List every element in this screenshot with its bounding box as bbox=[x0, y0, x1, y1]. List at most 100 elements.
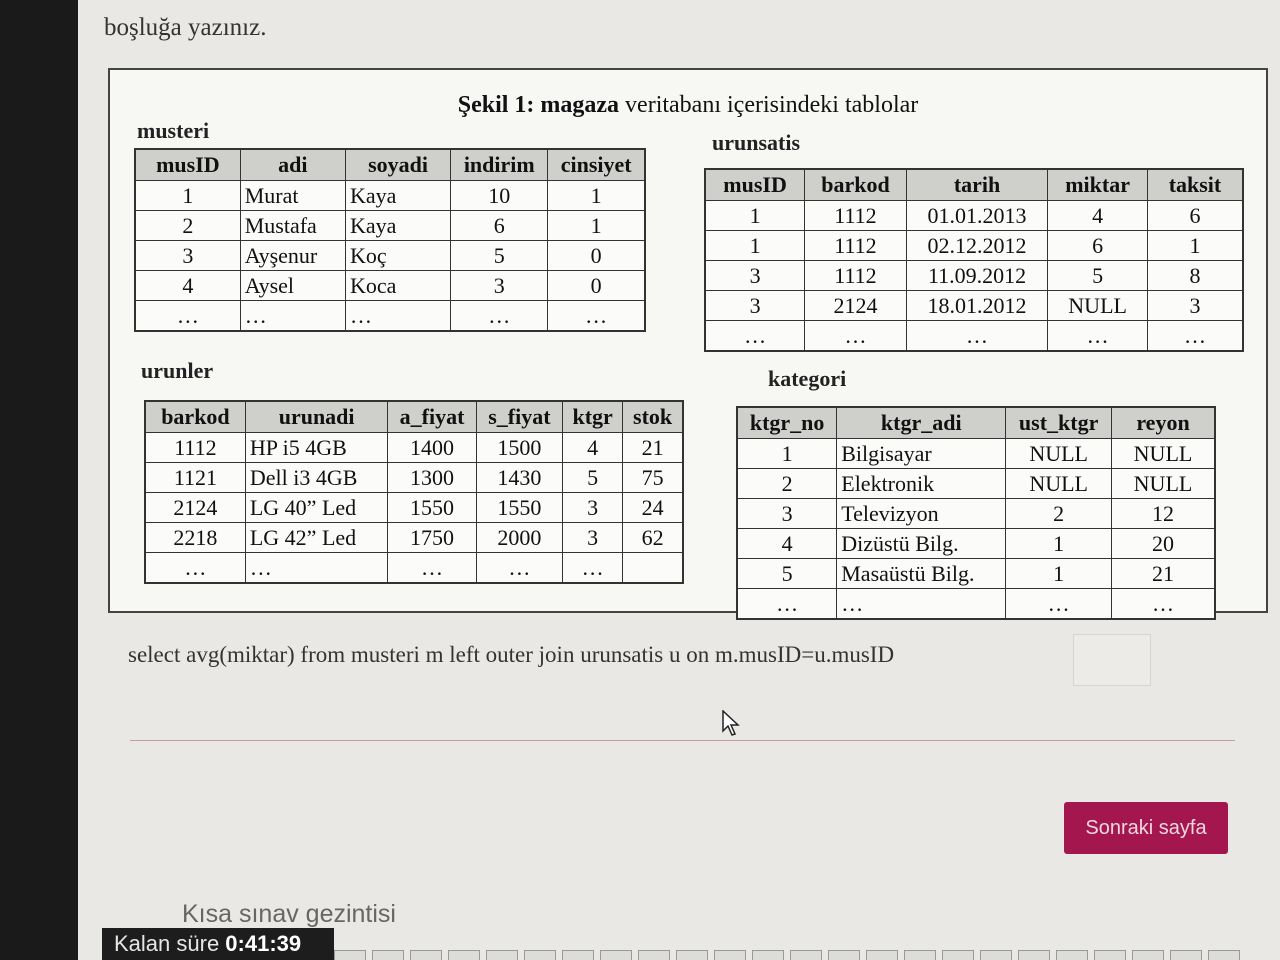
table-cell: 1 bbox=[1005, 558, 1113, 589]
quiz-nav-cell[interactable] bbox=[676, 950, 708, 960]
table-cell: NULL bbox=[1047, 290, 1148, 321]
musteri-table-name: musteri bbox=[137, 118, 210, 143]
musteri-table: musID adi soyadi indirim cinsiyet 1 Murat Kaya… bbox=[134, 148, 646, 332]
timer-value: 0:41:39 bbox=[225, 931, 302, 956]
table-row: 1 Bilgisayar NULL NULL bbox=[736, 438, 1216, 469]
header-row: ktgr_no ktgr_adi ust_ktgr reyon bbox=[736, 406, 1216, 439]
table-row: 1121 Dell i3 4GB 1300 1430 5 75 bbox=[144, 462, 684, 493]
timer-bar: Kalan süre 0:41:39 bbox=[102, 928, 334, 960]
table-cell: 6 bbox=[1047, 230, 1148, 261]
table-cell: Televizyon bbox=[836, 498, 1007, 529]
table-cell: 11.09.2012 bbox=[905, 260, 1049, 291]
table-cell: … bbox=[1146, 320, 1244, 352]
table-row: 2218 LG 42” Led 1750 2000 3 62 bbox=[144, 522, 684, 553]
table-cell: 6 bbox=[450, 210, 549, 241]
quiz-nav-cell[interactable] bbox=[334, 950, 366, 960]
table-cell: … bbox=[562, 552, 624, 584]
table-row: 2 Mustafa Kaya 6 1 bbox=[134, 210, 646, 241]
table-cell: 10 bbox=[450, 180, 549, 211]
column-header: ust_ktgr bbox=[1005, 406, 1113, 439]
figure-title: Şekil 1: magaza veritabanı içerisindeki … bbox=[110, 92, 1266, 119]
column-header: soyadi bbox=[344, 148, 452, 181]
table-cell: 3 bbox=[704, 290, 806, 321]
table-cell: 1 bbox=[1146, 230, 1244, 261]
table-cell: 1 bbox=[704, 230, 806, 261]
quiz-nav-cell[interactable] bbox=[942, 950, 974, 960]
column-header: musID bbox=[704, 168, 806, 201]
table-cell: 1 bbox=[1005, 528, 1113, 559]
table-cell: 5 bbox=[562, 462, 624, 493]
table-row: 1 1112 02.12.2012 6 1 bbox=[704, 230, 1244, 261]
quiz-nav-cell[interactable] bbox=[980, 950, 1012, 960]
quiz-page: boşluğa yazınız. Şekil 1: magaza veritab… bbox=[78, 0, 1280, 960]
kategori-table-name: kategori bbox=[768, 366, 847, 391]
table-cell: … bbox=[144, 552, 246, 584]
table-cell: 3 bbox=[704, 260, 806, 291]
mouse-cursor-icon bbox=[722, 710, 740, 736]
table-row: 1112 HP i5 4GB 1400 1500 4 21 bbox=[144, 432, 684, 463]
header-row: musID barkod tarih miktar taksit bbox=[704, 168, 1244, 201]
quiz-nav-cell[interactable] bbox=[562, 950, 594, 960]
column-header: miktar bbox=[1047, 168, 1148, 201]
table-cell: 3 bbox=[450, 270, 549, 301]
table-cell: NULL bbox=[1111, 438, 1216, 469]
quiz-nav-cell[interactable] bbox=[1094, 950, 1126, 960]
quiz-nav-cell[interactable] bbox=[1056, 950, 1088, 960]
column-header: s_fiyat bbox=[475, 400, 564, 433]
table-cell: Masaüstü Bilg. bbox=[836, 558, 1007, 589]
table-cell: Aysel bbox=[239, 270, 346, 301]
table-cell: 2000 bbox=[475, 522, 564, 553]
table-cell: 1550 bbox=[475, 492, 564, 523]
kategori-table: ktgr_no ktgr_adi ust_ktgr reyon 1 Bilgisayar… bbox=[736, 406, 1216, 620]
quiz-nav-cell[interactable] bbox=[866, 950, 898, 960]
quiz-nav-cell[interactable] bbox=[790, 950, 822, 960]
quiz-nav-cell[interactable] bbox=[1170, 950, 1202, 960]
table-cell: 2124 bbox=[804, 290, 907, 321]
table-cell: … bbox=[344, 300, 452, 332]
quiz-nav-cell[interactable] bbox=[448, 950, 480, 960]
table-cell: … bbox=[804, 320, 907, 352]
table-cell: NULL bbox=[1111, 468, 1216, 499]
column-header: barkod bbox=[144, 400, 246, 433]
quiz-nav-cell[interactable] bbox=[372, 950, 404, 960]
quiz-nav-cell[interactable] bbox=[1132, 950, 1164, 960]
urunler-table-name: urunler bbox=[141, 358, 214, 383]
table-cell: … bbox=[244, 552, 389, 584]
quiz-nav-cell[interactable] bbox=[1208, 950, 1240, 960]
table-cell: 1 bbox=[547, 180, 646, 211]
table-cell: 2 bbox=[736, 468, 838, 499]
quiz-nav-cell[interactable] bbox=[714, 950, 746, 960]
column-header: cinsiyet bbox=[547, 148, 646, 181]
table-row: 3 1112 11.09.2012 5 8 bbox=[704, 260, 1244, 291]
table-row: 1 Murat Kaya 10 1 bbox=[134, 180, 646, 211]
quiz-nav-cell[interactable] bbox=[904, 950, 936, 960]
table-cell: … bbox=[1047, 320, 1148, 352]
table-row: 2124 LG 40” Led 1550 1550 3 24 bbox=[144, 492, 684, 523]
quiz-nav-cell[interactable] bbox=[486, 950, 518, 960]
quiz-nav-cell[interactable] bbox=[1018, 950, 1050, 960]
quiz-nav-cell[interactable] bbox=[600, 950, 632, 960]
quiz-nav-cell[interactable] bbox=[524, 950, 556, 960]
table-cell: 1112 bbox=[804, 230, 907, 261]
column-header: ktgr bbox=[562, 400, 624, 433]
column-header: indirim bbox=[450, 148, 549, 181]
answer-input[interactable] bbox=[1073, 634, 1151, 686]
table-cell: … bbox=[387, 552, 477, 584]
urunsatis-table: musID barkod tarih miktar taksit 1 1112 01.01.… bbox=[704, 168, 1244, 352]
quiz-nav-cell[interactable] bbox=[752, 950, 784, 960]
table-row: 3 Televizyon 2 12 bbox=[736, 498, 1216, 529]
table-row: 3 Ayşenur Koç 5 0 bbox=[134, 240, 646, 271]
table-cell: 3 bbox=[562, 492, 624, 523]
figure-title-rest: veritabanı içerisindeki tablolar bbox=[619, 92, 919, 118]
quiz-nav-cell[interactable] bbox=[410, 950, 442, 960]
figure-box: Şekil 1: magaza veritabanı içerisindeki … bbox=[108, 68, 1268, 620]
table-row: 1 1112 01.01.2013 4 6 bbox=[704, 200, 1244, 231]
quiz-nav-cell[interactable] bbox=[638, 950, 670, 960]
next-page-button[interactable]: Sonraki sayfa bbox=[1064, 802, 1228, 854]
table-cell: Murat bbox=[239, 180, 346, 211]
table-row: 3 2124 18.01.2012 NULL 3 bbox=[704, 290, 1244, 321]
column-header: ktgr_no bbox=[736, 406, 838, 439]
figure-title-bold: Şekil 1: magaza bbox=[457, 92, 620, 118]
table-cell: … bbox=[704, 320, 806, 352]
quiz-nav-cell[interactable] bbox=[828, 950, 860, 960]
